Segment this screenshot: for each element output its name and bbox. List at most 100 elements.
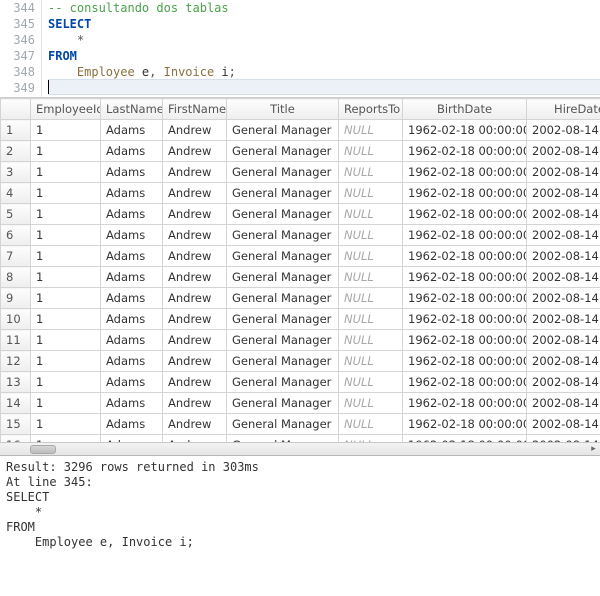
cell-lastname[interactable]: Adams <box>101 393 163 414</box>
cell-firstname[interactable]: Andrew <box>163 393 227 414</box>
cell-employeeid[interactable]: 1 <box>31 267 101 288</box>
cell-hiredate[interactable]: 2002-08-14 00:0 <box>527 414 600 435</box>
cell-birthdate[interactable]: 1962-02-18 00:00:00 <box>403 204 527 225</box>
cell-employeeid[interactable]: 1 <box>31 246 101 267</box>
table-row[interactable]: 131AdamsAndrewGeneral ManagerNULL1962-02… <box>1 372 600 393</box>
cell-hiredate[interactable]: 2002-08-14 00:0 <box>527 309 600 330</box>
cell-lastname[interactable]: Adams <box>101 267 163 288</box>
row-header[interactable]: 1 <box>1 120 31 141</box>
cell-hiredate[interactable]: 2002-08-14 00:0 <box>527 351 600 372</box>
col-header-employeeid[interactable]: EmployeeId <box>31 99 101 120</box>
cell-title[interactable]: General Manager <box>227 162 339 183</box>
cell-birthdate[interactable]: 1962-02-18 00:00:00 <box>403 183 527 204</box>
cell-employeeid[interactable]: 1 <box>31 141 101 162</box>
table-row[interactable]: 141AdamsAndrewGeneral ManagerNULL1962-02… <box>1 393 600 414</box>
cell-hiredate[interactable]: 2002-08-14 00:0 <box>527 288 600 309</box>
table-row[interactable]: 91AdamsAndrewGeneral ManagerNULL1962-02-… <box>1 288 600 309</box>
results-grid[interactable]: EmployeeId LastName FirstName Title Repo… <box>0 98 600 456</box>
cell-firstname[interactable]: Andrew <box>163 309 227 330</box>
cell-lastname[interactable]: Adams <box>101 309 163 330</box>
row-header[interactable]: 8 <box>1 267 31 288</box>
cell-lastname[interactable]: Adams <box>101 414 163 435</box>
cell-reportsto[interactable]: NULL <box>339 204 403 225</box>
row-header[interactable]: 12 <box>1 351 31 372</box>
sql-editor[interactable]: 344345346347348349 -- consultando dos ta… <box>0 0 600 98</box>
cell-firstname[interactable]: Andrew <box>163 162 227 183</box>
col-header-lastname[interactable]: LastName <box>101 99 163 120</box>
cell-lastname[interactable]: Adams <box>101 351 163 372</box>
cell-hiredate[interactable]: 2002-08-14 00:0 <box>527 393 600 414</box>
cell-reportsto[interactable]: NULL <box>339 351 403 372</box>
table-row[interactable]: 61AdamsAndrewGeneral ManagerNULL1962-02-… <box>1 225 600 246</box>
col-header-birthdate[interactable]: BirthDate <box>403 99 527 120</box>
cell-reportsto[interactable]: NULL <box>339 183 403 204</box>
cell-employeeid[interactable]: 1 <box>31 414 101 435</box>
cell-firstname[interactable]: Andrew <box>163 288 227 309</box>
cell-employeeid[interactable]: 1 <box>31 309 101 330</box>
table-row[interactable]: 81AdamsAndrewGeneral ManagerNULL1962-02-… <box>1 267 600 288</box>
table-row[interactable]: 111AdamsAndrewGeneral ManagerNULL1962-02… <box>1 330 600 351</box>
editor-code[interactable]: -- consultando dos tablasSELECT *FROM Em… <box>42 0 600 97</box>
cell-hiredate[interactable]: 2002-08-14 00:0 <box>527 372 600 393</box>
cell-title[interactable]: General Manager <box>227 372 339 393</box>
cell-hiredate[interactable]: 2002-08-14 00:0 <box>527 330 600 351</box>
cell-lastname[interactable]: Adams <box>101 204 163 225</box>
cell-firstname[interactable]: Andrew <box>163 183 227 204</box>
cell-lastname[interactable]: Adams <box>101 141 163 162</box>
cell-title[interactable]: General Manager <box>227 351 339 372</box>
cell-firstname[interactable]: Andrew <box>163 267 227 288</box>
cell-lastname[interactable]: Adams <box>101 372 163 393</box>
scroll-right-icon[interactable]: ▸ <box>587 443 600 456</box>
cell-firstname[interactable]: Andrew <box>163 330 227 351</box>
cell-reportsto[interactable]: NULL <box>339 120 403 141</box>
cell-title[interactable]: General Manager <box>227 267 339 288</box>
row-header[interactable]: 2 <box>1 141 31 162</box>
cell-title[interactable]: General Manager <box>227 120 339 141</box>
table-row[interactable]: 71AdamsAndrewGeneral ManagerNULL1962-02-… <box>1 246 600 267</box>
cell-title[interactable]: General Manager <box>227 183 339 204</box>
cell-employeeid[interactable]: 1 <box>31 372 101 393</box>
cell-employeeid[interactable]: 1 <box>31 393 101 414</box>
cell-employeeid[interactable]: 1 <box>31 120 101 141</box>
cell-lastname[interactable]: Adams <box>101 120 163 141</box>
row-header[interactable]: 3 <box>1 162 31 183</box>
cell-birthdate[interactable]: 1962-02-18 00:00:00 <box>403 372 527 393</box>
table-row[interactable]: 11AdamsAndrewGeneral ManagerNULL1962-02-… <box>1 120 600 141</box>
cell-hiredate[interactable]: 2002-08-14 00:0 <box>527 246 600 267</box>
row-header[interactable]: 6 <box>1 225 31 246</box>
cell-firstname[interactable]: Andrew <box>163 120 227 141</box>
cell-employeeid[interactable]: 1 <box>31 225 101 246</box>
table-row[interactable]: 51AdamsAndrewGeneral ManagerNULL1962-02-… <box>1 204 600 225</box>
cell-lastname[interactable]: Adams <box>101 288 163 309</box>
cell-firstname[interactable]: Andrew <box>163 141 227 162</box>
row-header[interactable]: 5 <box>1 204 31 225</box>
cell-firstname[interactable]: Andrew <box>163 246 227 267</box>
cell-hiredate[interactable]: 2002-08-14 00:0 <box>527 225 600 246</box>
cell-reportsto[interactable]: NULL <box>339 225 403 246</box>
cell-employeeid[interactable]: 1 <box>31 288 101 309</box>
cell-birthdate[interactable]: 1962-02-18 00:00:00 <box>403 393 527 414</box>
cell-title[interactable]: General Manager <box>227 393 339 414</box>
col-header-firstname[interactable]: FirstName <box>163 99 227 120</box>
cell-birthdate[interactable]: 1962-02-18 00:00:00 <box>403 162 527 183</box>
cell-birthdate[interactable]: 1962-02-18 00:00:00 <box>403 225 527 246</box>
horizontal-scrollbar-thumb[interactable] <box>30 445 56 454</box>
cell-reportsto[interactable]: NULL <box>339 372 403 393</box>
cell-title[interactable]: General Manager <box>227 330 339 351</box>
cell-employeeid[interactable]: 1 <box>31 183 101 204</box>
cell-reportsto[interactable]: NULL <box>339 141 403 162</box>
cell-lastname[interactable]: Adams <box>101 225 163 246</box>
cell-firstname[interactable]: Andrew <box>163 372 227 393</box>
cell-birthdate[interactable]: 1962-02-18 00:00:00 <box>403 414 527 435</box>
cell-reportsto[interactable]: NULL <box>339 267 403 288</box>
cell-title[interactable]: General Manager <box>227 288 339 309</box>
cell-employeeid[interactable]: 1 <box>31 351 101 372</box>
cell-hiredate[interactable]: 2002-08-14 00:0 <box>527 141 600 162</box>
cell-birthdate[interactable]: 1962-02-18 00:00:00 <box>403 351 527 372</box>
cell-firstname[interactable]: Andrew <box>163 414 227 435</box>
table-row[interactable]: 151AdamsAndrewGeneral ManagerNULL1962-02… <box>1 414 600 435</box>
table-row[interactable]: 41AdamsAndrewGeneral ManagerNULL1962-02-… <box>1 183 600 204</box>
row-header[interactable]: 14 <box>1 393 31 414</box>
cell-firstname[interactable]: Andrew <box>163 204 227 225</box>
cell-hiredate[interactable]: 2002-08-14 00:0 <box>527 162 600 183</box>
